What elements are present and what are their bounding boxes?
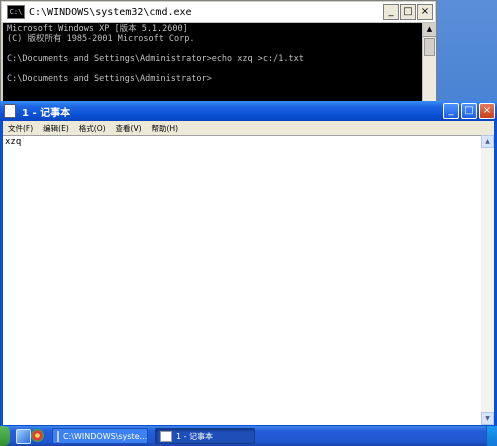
taskbar: C:\WINDOWS\syste... 1 - 记事本 [0, 426, 497, 446]
notepad-scrollbar[interactable]: ▲ ▼ [481, 135, 494, 425]
cmd-close-button[interactable]: × [417, 4, 433, 20]
cmd-icon: C:\ [7, 5, 25, 19]
menu-help[interactable]: 帮助(H) [147, 123, 184, 134]
cmd-window-title: C:\WINDOWS\system32\cmd.exe [29, 6, 192, 18]
scroll-down-arrow-icon[interactable]: ▼ [481, 412, 494, 425]
system-tray[interactable] [486, 426, 497, 446]
cmd-maximize-button[interactable]: □ [400, 4, 416, 20]
taskbar-button-notepad[interactable]: 1 - 记事本 [155, 428, 255, 444]
notepad-menu-bar: 文件(F) 编辑(E) 格式(O) 查看(V) 帮助(H) [3, 121, 494, 135]
console-line: ​ [7, 64, 422, 74]
cmd-console[interactable]: Microsoft Windows XP [版本 5.1.2600] (C) 版权… [3, 23, 422, 103]
cmd-scroll-thumb[interactable] [424, 38, 435, 56]
cmd-title-bar[interactable]: C:\ C:\WINDOWS\system32\cmd.exe _ □ × [2, 2, 435, 23]
console-line: ​ [7, 44, 422, 54]
notepad-window[interactable]: 1 - 记事本 _ □ × 文件(F) 编辑(E) 格式(O) 查看(V) 帮助… [0, 101, 497, 426]
notepad-minimize-button[interactable]: _ [443, 103, 459, 119]
menu-format[interactable]: 格式(O) [74, 123, 111, 134]
console-line: (C) 版权所有 1985-2001 Microsoft Corp. [7, 34, 195, 44]
console-line: Microsoft Windows XP [版本 5.1.2600] [7, 24, 188, 34]
taskbar-notepad-label: 1 - 记事本 [176, 431, 214, 441]
console-prompt: C:\Documents and Settings\Administrator> [7, 74, 212, 84]
menu-view[interactable]: 查看(V) [111, 123, 147, 134]
menu-edit[interactable]: 编辑(E) [38, 123, 74, 134]
taskbar-cmd-label: C:\WINDOWS\syste... [63, 431, 148, 441]
console-line: C:\Documents and Settings\Administrator>… [7, 54, 304, 64]
notepad-text-area[interactable]: xzq [3, 135, 481, 425]
cmd-window[interactable]: C:\ C:\WINDOWS\system32\cmd.exe _ □ × Mi… [0, 0, 437, 104]
notepad-icon [160, 430, 172, 442]
browser-icon[interactable] [31, 429, 44, 442]
cmd-minimize-button[interactable]: _ [383, 4, 399, 20]
notepad-close-button[interactable]: × [479, 103, 495, 119]
scroll-up-arrow-icon[interactable]: ▲ [481, 135, 494, 148]
notepad-title-bar[interactable]: 1 - 记事本 _ □ × [0, 101, 497, 121]
taskbar-button-cmd[interactable]: C:\WINDOWS\syste... [52, 428, 148, 444]
notepad-icon [4, 104, 16, 118]
cmd-icon [57, 430, 59, 442]
menu-file[interactable]: 文件(F) [3, 123, 38, 134]
cmd-scrollbar[interactable]: ▲ [422, 23, 436, 103]
show-desktop-icon[interactable] [16, 429, 31, 444]
scroll-up-arrow-icon[interactable]: ▲ [423, 23, 436, 37]
start-button[interactable] [0, 426, 10, 446]
notepad-maximize-button[interactable]: □ [461, 103, 477, 119]
notepad-window-title: 1 - 记事本 [22, 107, 71, 119]
